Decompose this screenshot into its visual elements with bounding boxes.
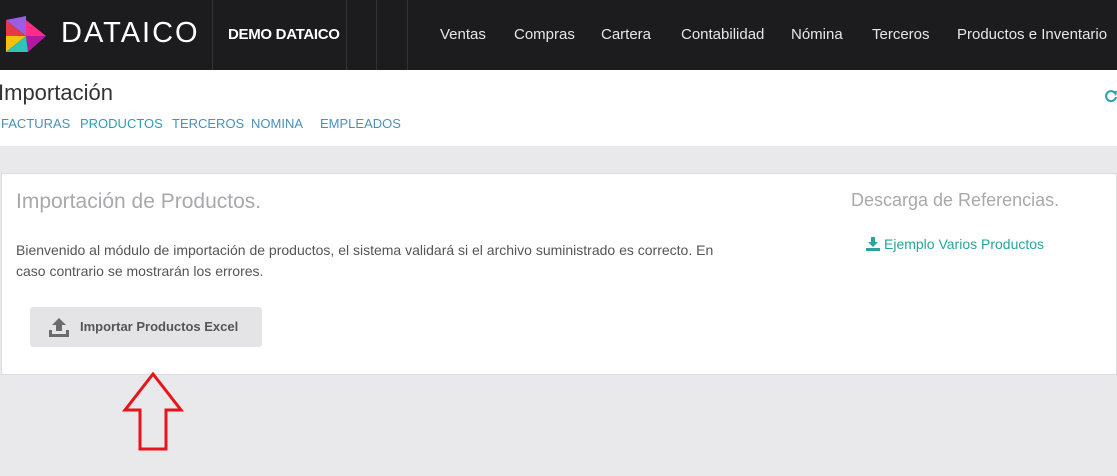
tab-empleados[interactable]: EMPLEADOS xyxy=(320,116,401,131)
download-icon xyxy=(866,237,880,251)
references-title: Descarga de Referencias. xyxy=(851,190,1060,210)
import-products-excel-button[interactable]: Importar Productos Excel xyxy=(30,307,262,347)
nav-item-nomina[interactable]: Nómina xyxy=(791,26,843,43)
download-link-label: Ejemplo Varios Productos xyxy=(884,236,1045,252)
nav-item-compras[interactable]: Compras xyxy=(514,26,575,43)
navbar-divider xyxy=(407,0,408,70)
nav-item-productos-inventario[interactable]: Productos e Inventario xyxy=(957,26,1107,43)
brand-name: DATAICO xyxy=(61,17,200,49)
dataico-logo-icon[interactable] xyxy=(6,16,48,56)
nav-item-contabilidad[interactable]: Contabilidad xyxy=(681,26,764,43)
import-button-label: Importar Productos Excel xyxy=(80,319,239,334)
page-header xyxy=(0,70,1117,146)
navbar-divider xyxy=(346,0,347,70)
upload-icon xyxy=(49,318,69,337)
card-description: Bienvenido al módulo de importación de p… xyxy=(16,242,714,279)
tab-terceros[interactable]: TERCEROS xyxy=(172,116,244,131)
page-title: Importación xyxy=(0,80,113,105)
top-navbar: DATAICO DEMO DATAICO Ventas Compras Cart… xyxy=(0,0,1117,70)
tab-productos[interactable]: PRODUCTOS xyxy=(80,116,163,131)
arrow-annotation-icon xyxy=(122,372,184,451)
nav-item-terceros[interactable]: Terceros xyxy=(872,26,930,43)
example-products-download-link[interactable]: Ejemplo Varios Productos xyxy=(866,236,1044,252)
nav-item-cartera[interactable]: Cartera xyxy=(601,26,651,43)
tab-nomina[interactable]: NOMINA xyxy=(251,116,303,131)
refresh-icon[interactable] xyxy=(1104,89,1117,103)
tab-facturas[interactable]: FACTURAS xyxy=(1,116,70,131)
nav-item-ventas[interactable]: Ventas xyxy=(440,26,486,43)
navbar-divider xyxy=(376,0,377,70)
card-title: Importación de Productos. xyxy=(16,190,262,213)
navbar-divider xyxy=(212,0,213,70)
company-selector[interactable]: DEMO DATAICO xyxy=(228,26,340,43)
